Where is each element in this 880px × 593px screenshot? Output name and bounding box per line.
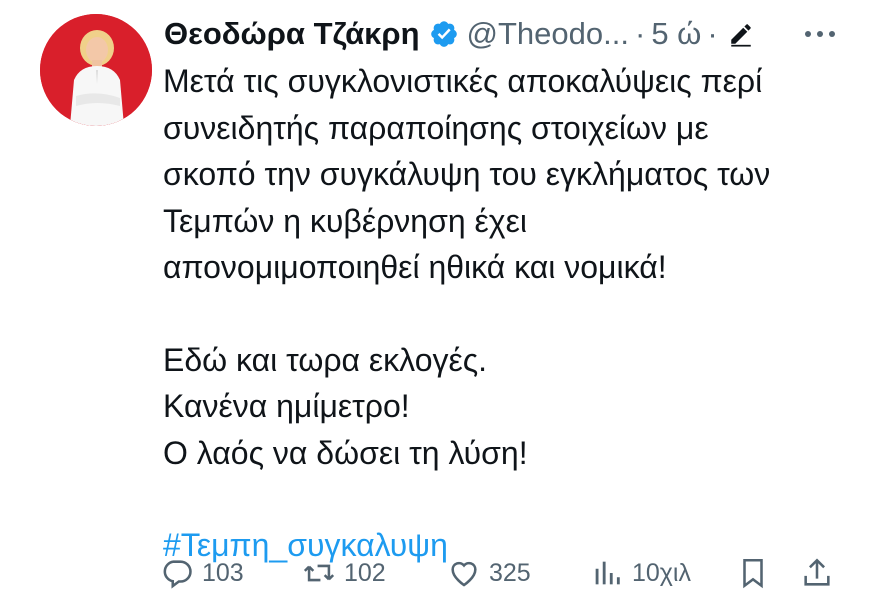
tweet-text: Μετά τις συγκλονιστικές αποκαλύψεις περί… xyxy=(163,58,853,569)
more-icon[interactable] xyxy=(800,16,840,52)
tweet-line: σκοπό την συγκάλυψη του εγκλήματος των xyxy=(163,156,771,192)
retweet-count: 102 xyxy=(344,558,386,587)
like-button[interactable]: 325 xyxy=(447,553,531,593)
tweet-line: Μετά τις συγκλονιστικές αποκαλύψεις περί xyxy=(163,63,763,99)
retweet-icon xyxy=(303,564,335,582)
share-button[interactable] xyxy=(800,553,842,593)
like-count: 325 xyxy=(489,558,531,587)
verified-badge-icon xyxy=(429,19,459,49)
tweet-line: Εδώ και τωρα εκλογές. xyxy=(163,341,488,378)
tweet-line: συνειδητής παραποίησης στοιχείων με xyxy=(163,109,709,146)
tweet-line: Ο λαός να δώσει τη λύση! xyxy=(163,434,528,471)
separator-dot: · xyxy=(707,16,718,51)
views-icon xyxy=(595,561,620,585)
retweet-button[interactable]: 102 xyxy=(302,553,386,593)
tweet-line: Κανένα ημίμετρο! xyxy=(163,388,410,424)
views-button[interactable]: 10χιλ xyxy=(590,553,691,593)
avatar[interactable] xyxy=(40,14,152,126)
reply-button[interactable]: 103 xyxy=(160,553,244,593)
pencil-icon[interactable] xyxy=(728,21,754,47)
profile-photo xyxy=(40,14,152,126)
tweet-line: Τεμπών η κυβέρνηση έχει xyxy=(163,202,527,239)
reply-icon xyxy=(163,560,192,589)
like-icon xyxy=(451,561,477,587)
author-name[interactable]: Θεοδώρα Τζάκρη xyxy=(164,16,420,52)
tweet-action-bar: 103 102 325 10χιλ xyxy=(160,553,850,593)
bookmark-icon xyxy=(743,558,763,589)
share-icon xyxy=(804,558,830,586)
author-handle[interactable]: @Theodo... xyxy=(467,16,629,52)
tweet-line: απονομιμοποιηθεί ηθικά και νομικά! xyxy=(163,249,667,285)
separator-dot: · xyxy=(634,16,646,51)
bookmark-button[interactable] xyxy=(736,553,778,593)
views-count: 10χιλ xyxy=(632,558,691,587)
tweet-header: Θεοδώρα Τζάκρη @Theodo... · 5 ώ · xyxy=(164,12,754,56)
reply-count: 103 xyxy=(202,558,244,587)
tweet-timestamp[interactable]: 5 ώ xyxy=(651,16,701,52)
